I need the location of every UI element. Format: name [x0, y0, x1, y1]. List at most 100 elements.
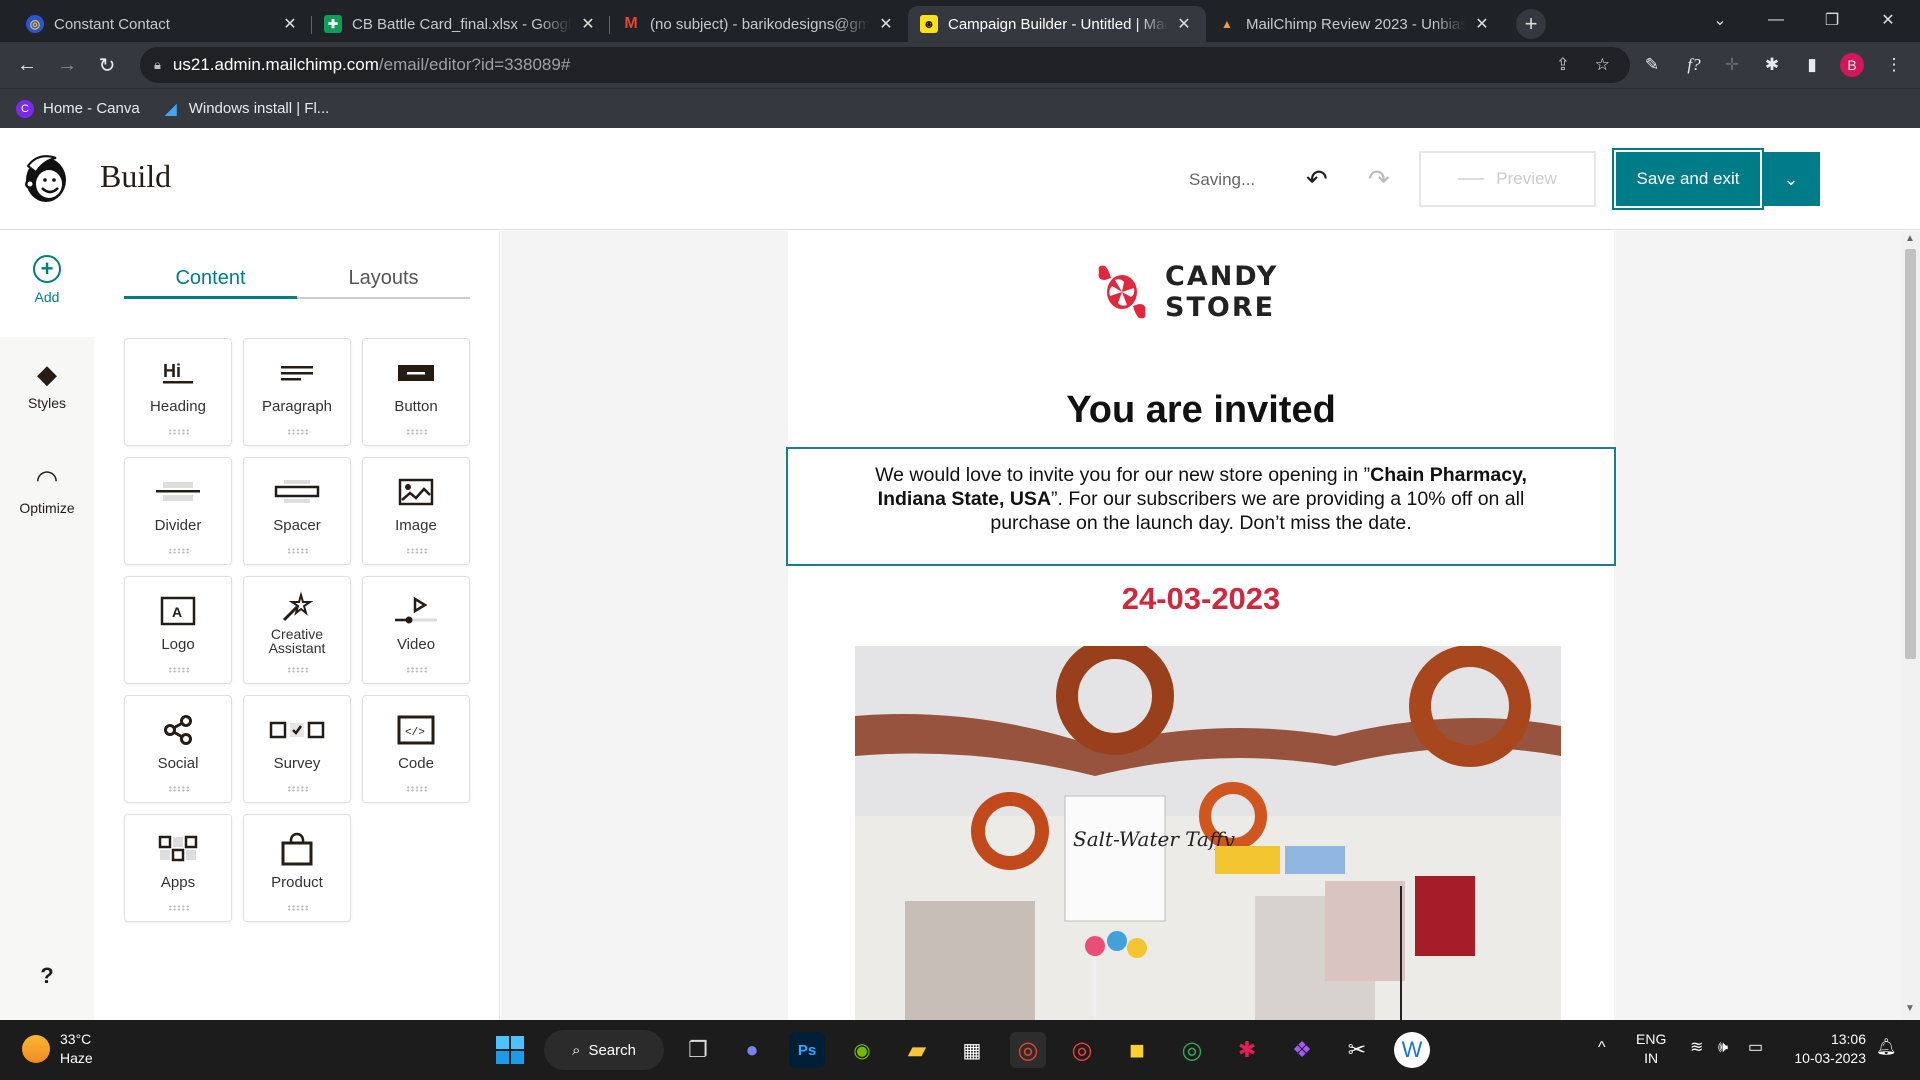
chrome-profile-b-icon[interactable]: ◎: [1010, 1032, 1046, 1068]
tab-layouts[interactable]: Layouts: [297, 259, 470, 297]
chrome-menu-icon[interactable]: ⋮: [1882, 53, 1906, 77]
block-button[interactable]: Button: [362, 338, 470, 446]
rail-styles[interactable]: ◆ Styles: [0, 359, 94, 411]
restore-icon[interactable]: ❐: [1804, 0, 1860, 40]
bookmark-item[interactable]: C Home - Canva: [16, 99, 140, 118]
brand-logo[interactable]: CANDY STORE: [1093, 261, 1278, 323]
close-tab-icon[interactable]: ✕: [280, 14, 300, 34]
block-survey[interactable]: Survey: [243, 695, 351, 803]
bookmark-star-icon[interactable]: ☆: [1595, 55, 1610, 75]
weather-widget[interactable]: 33°C Haze: [22, 1030, 93, 1068]
chrome-icon[interactable]: ◎: [1064, 1032, 1100, 1068]
browser-tab-active[interactable]: ☻ Campaign Builder - Untitled | Mailchim…: [908, 6, 1206, 42]
side-panel-icon[interactable]: ▮: [1800, 53, 1824, 77]
mailchimp-logo-icon[interactable]: [22, 152, 70, 204]
scroll-up-icon[interactable]: ▲: [1905, 233, 1915, 244]
notifications-icon[interactable]: 🔔︎: [1876, 1038, 1896, 1057]
help-button[interactable]: ?: [0, 963, 94, 989]
drag-handle-icon[interactable]: [287, 429, 309, 435]
close-tab-icon[interactable]: ✕: [578, 14, 598, 34]
language-indicator[interactable]: ENG IN: [1636, 1030, 1666, 1068]
nvidia-icon[interactable]: ◉: [844, 1032, 880, 1068]
chrome-profile-icon[interactable]: ◎: [1174, 1032, 1210, 1068]
undo-icon[interactable]: ↶: [1306, 164, 1328, 195]
teams-chat-icon[interactable]: ●: [734, 1032, 770, 1068]
bookmark-item[interactable]: ◢ Windows install | Fl...: [162, 100, 330, 118]
slack-icon[interactable]: ✱: [1229, 1032, 1265, 1068]
sticky-notes-icon[interactable]: ■: [1119, 1032, 1155, 1068]
drag-handle-icon[interactable]: [168, 667, 190, 673]
clock[interactable]: 13:06 10-03-2023: [1788, 1030, 1866, 1068]
browser-tab[interactable]: ▲ MailChimp Review 2023 - Unbiased ✕: [1206, 6, 1504, 42]
drag-handle-icon[interactable]: [406, 667, 428, 673]
save-options-dropdown[interactable]: ⌄: [1762, 152, 1820, 206]
scrollbar-thumb[interactable]: [1905, 249, 1916, 659]
close-window-icon[interactable]: ✕: [1860, 0, 1916, 40]
preview-button[interactable]: Preview: [1419, 151, 1596, 207]
email-headline[interactable]: You are invited: [788, 389, 1614, 432]
drag-handle-icon[interactable]: [168, 786, 190, 792]
block-code[interactable]: </> Code: [362, 695, 470, 803]
back-icon[interactable]: ←: [12, 50, 42, 80]
block-logo[interactable]: A Logo: [124, 576, 232, 684]
drag-handle-icon[interactable]: [406, 429, 428, 435]
windows-start-icon[interactable]: [492, 1032, 528, 1068]
scroll-down-icon[interactable]: ▼: [1905, 1003, 1915, 1014]
drag-handle-icon[interactable]: [406, 786, 428, 792]
volume-icon[interactable]: 🕪︎: [1718, 1038, 1728, 1057]
file-explorer-icon[interactable]: ▰: [899, 1032, 935, 1068]
show-hidden-icons[interactable]: ^: [1598, 1038, 1606, 1057]
address-bar[interactable]: 🔒︎ us21.admin.mailchimp.com/email/editor…: [140, 47, 1630, 83]
share-page-icon[interactable]: ⇪: [1556, 55, 1570, 75]
drag-handle-icon[interactable]: [287, 548, 309, 554]
browser-tab[interactable]: ◎ Constant Contact ✕: [14, 6, 312, 42]
block-heading[interactable]: Hi Heading: [124, 338, 232, 446]
block-creative-assistant[interactable]: Creative Assistant: [243, 576, 351, 684]
microsoft-store-icon[interactable]: ▦: [954, 1032, 990, 1068]
block-paragraph[interactable]: Paragraph: [243, 338, 351, 446]
save-and-exit-button[interactable]: Save and exit: [1612, 148, 1764, 210]
figma-icon[interactable]: ❖: [1284, 1032, 1320, 1068]
drag-handle-icon[interactable]: [287, 667, 309, 673]
block-social[interactable]: Social: [124, 695, 232, 803]
rail-optimize[interactable]: ◠ Optimize: [0, 464, 94, 516]
drag-handle-icon[interactable]: [287, 786, 309, 792]
forward-icon[interactable]: →: [52, 50, 82, 80]
reload-icon[interactable]: ↻: [92, 50, 122, 80]
close-tab-icon[interactable]: ✕: [876, 14, 896, 34]
snipping-tool-icon[interactable]: ✂: [1339, 1032, 1375, 1068]
drag-handle-icon[interactable]: [168, 429, 190, 435]
battery-icon[interactable]: ▭: [1748, 1038, 1763, 1057]
new-tab-button[interactable]: +: [1516, 9, 1546, 39]
font-finder-extension-icon[interactable]: f?: [1682, 53, 1706, 77]
tab-content[interactable]: Content: [124, 259, 297, 299]
wifi-icon[interactable]: ≋: [1690, 1038, 1703, 1057]
extensions-puzzle-icon[interactable]: ✱: [1760, 53, 1784, 77]
drag-handle-icon[interactable]: [287, 905, 309, 911]
browser-tab[interactable]: M (no subject) - barikodesigns@gmail.com…: [610, 6, 908, 42]
ruler-extension-icon[interactable]: ✛: [1720, 53, 1744, 77]
task-view-icon[interactable]: ❐: [680, 1032, 716, 1068]
email-text-block-selected[interactable]: We would love to invite you for our new …: [786, 447, 1616, 566]
photoshop-icon[interactable]: Ps: [789, 1032, 825, 1068]
close-tab-icon[interactable]: ✕: [1174, 14, 1194, 34]
drag-handle-icon[interactable]: [168, 548, 190, 554]
rail-add[interactable]: + Add: [0, 255, 94, 305]
block-apps[interactable]: Apps: [124, 814, 232, 922]
browser-tab[interactable]: ✚ CB Battle Card_final.xlsx - Google She…: [312, 6, 610, 42]
block-image[interactable]: Image: [362, 457, 470, 565]
color-picker-extension-icon[interactable]: ✎: [1640, 53, 1664, 77]
profile-avatar[interactable]: B: [1840, 53, 1864, 77]
canvas-scrollbar[interactable]: ▲ ▼: [1901, 231, 1920, 1020]
app-icon[interactable]: W: [1394, 1032, 1430, 1068]
drag-handle-icon[interactable]: [168, 905, 190, 911]
redo-icon[interactable]: ↷: [1368, 164, 1390, 195]
block-product[interactable]: Product: [243, 814, 351, 922]
close-tab-icon[interactable]: ✕: [1472, 14, 1492, 34]
event-date[interactable]: 24-03-2023: [788, 581, 1614, 617]
block-divider[interactable]: Divider: [124, 457, 232, 565]
tab-search-icon[interactable]: ⌄: [1692, 0, 1748, 40]
store-photo[interactable]: Salt-Water Taffy: [855, 646, 1561, 1020]
drag-handle-icon[interactable]: [406, 548, 428, 554]
block-video[interactable]: Video: [362, 576, 470, 684]
